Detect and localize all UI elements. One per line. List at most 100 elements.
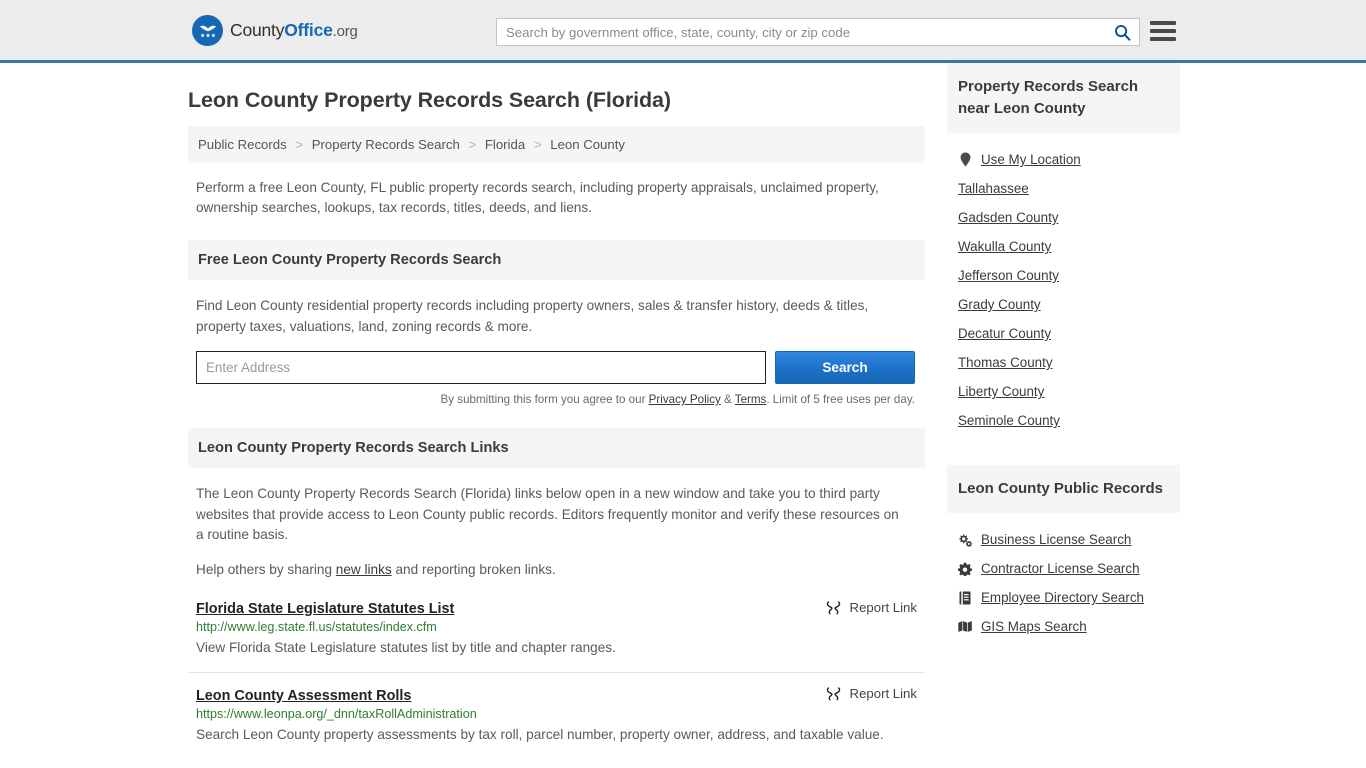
- hamburger-bar: [1150, 29, 1176, 33]
- address-search-button[interactable]: Search: [775, 351, 915, 384]
- sidebar-item-employee-directory-search[interactable]: Employee Directory Search: [947, 583, 1180, 612]
- sidebar-item-seminole-county[interactable]: Seminole County: [947, 406, 1180, 435]
- sidebar-link-label[interactable]: Contractor License Search: [981, 561, 1140, 576]
- breadcrumb: Public Records > Property Records Search…: [188, 126, 925, 163]
- breadcrumb-item-property-records-search[interactable]: Property Records Search: [312, 137, 460, 152]
- sidebar: Property Records Search near Leon County…: [947, 63, 1180, 649]
- sidebar-item-use-my-location[interactable]: Use My Location: [947, 145, 1180, 174]
- site-logo[interactable]: CountyOffice.org: [192, 14, 358, 46]
- link-item: Florida State Legislature Statutes List …: [188, 594, 925, 672]
- free-search-section: Free Leon County Property Records Search…: [188, 240, 925, 406]
- sidebar-item-decatur-county[interactable]: Decatur County: [947, 319, 1180, 348]
- free-search-body: Find Leon County residential property re…: [188, 280, 925, 337]
- disclaimer-prefix: By submitting this form you agree to our: [440, 393, 649, 406]
- sidebar-nearby-list: Use My Location Tallahassee Gadsden Coun…: [947, 133, 1180, 443]
- report-link-button[interactable]: Report Link: [825, 685, 917, 702]
- link-url: http://www.leg.state.fl.us/statutes/inde…: [196, 620, 437, 634]
- link-url: https://www.leonpa.org/_dnn/taxRollAdmin…: [196, 707, 477, 721]
- hamburger-bar: [1150, 21, 1176, 25]
- records-links-list: Florida State Legislature Statutes List …: [188, 594, 925, 759]
- sidebar-link-label[interactable]: Thomas County: [958, 355, 1053, 370]
- form-disclaimer: By submitting this form you agree to our…: [188, 393, 915, 406]
- link-item: Leon County Assessment Rolls https://www…: [188, 672, 925, 759]
- breadcrumb-item-public-records[interactable]: Public Records: [198, 137, 287, 152]
- brand-part-county: County: [230, 19, 285, 40]
- site-header: CountyOffice.org: [0, 0, 1366, 63]
- breadcrumb-separator: >: [533, 137, 542, 152]
- breadcrumb-separator: >: [295, 137, 304, 152]
- sidebar-public-records-heading: Leon County Public Records: [947, 465, 1180, 513]
- free-search-description: Find Leon County residential property re…: [196, 298, 869, 334]
- privacy-policy-link[interactable]: Privacy Policy: [649, 393, 721, 406]
- search-input[interactable]: [497, 19, 1105, 45]
- sidebar-link-label[interactable]: GIS Maps Search: [981, 619, 1087, 634]
- sidebar-link-label[interactable]: Seminole County: [958, 413, 1060, 428]
- sidebar-link-label[interactable]: Jefferson County: [958, 268, 1059, 283]
- page-wrapper: Leon County Property Records Search (Flo…: [0, 63, 1366, 759]
- terms-link[interactable]: Terms: [735, 393, 767, 406]
- sidebar-nearby-heading: Property Records Search near Leon County: [947, 63, 1180, 133]
- breadcrumb-item-florida[interactable]: Florida: [485, 137, 525, 152]
- breadcrumb-item-leon-county[interactable]: Leon County: [550, 137, 625, 152]
- link-title[interactable]: Leon County Assessment Rolls: [196, 688, 411, 704]
- sidebar-item-gadsden-county[interactable]: Gadsden County: [947, 203, 1180, 232]
- disclaimer-amp: &: [720, 393, 735, 406]
- sidebar-item-contractor-license-search[interactable]: Contractor License Search: [947, 554, 1180, 583]
- sidebar-item-grady-county[interactable]: Grady County: [947, 290, 1180, 319]
- hamburger-menu-icon[interactable]: [1150, 19, 1176, 43]
- records-links-paragraph: The Leon County Property Records Search …: [196, 486, 899, 542]
- report-link-button[interactable]: Report Link: [825, 599, 917, 616]
- main-column: Leon County Property Records Search (Flo…: [188, 63, 925, 759]
- book-icon: [958, 591, 972, 605]
- sidebar-link-label[interactable]: Liberty County: [958, 384, 1044, 399]
- eagle-shield-logo-icon: [192, 14, 223, 46]
- help-share-paragraph: Help others by sharing new links and rep…: [196, 560, 908, 581]
- sidebar-public-records-block: Leon County Public Records Business Lice…: [947, 465, 1180, 649]
- sidebar-item-jefferson-county[interactable]: Jefferson County: [947, 261, 1180, 290]
- sidebar-link-label[interactable]: Employee Directory Search: [981, 590, 1144, 605]
- records-links-body: The Leon County Property Records Search …: [188, 468, 925, 580]
- link-description: View Florida State Legislature statutes …: [196, 640, 616, 655]
- map-pin-icon: [958, 152, 972, 167]
- brand-part-office: Office: [284, 19, 333, 40]
- sidebar-link-label[interactable]: Grady County: [958, 297, 1041, 312]
- global-search-bar[interactable]: [496, 18, 1140, 46]
- sidebar-link-label[interactable]: Gadsden County: [958, 210, 1059, 225]
- map-icon: [958, 620, 972, 633]
- sidebar-link-label[interactable]: Decatur County: [958, 326, 1051, 341]
- help-suffix: and reporting broken links.: [391, 561, 556, 577]
- sidebar-public-records-list: Business License Search Contractor Licen…: [947, 513, 1180, 649]
- address-input[interactable]: [196, 351, 766, 384]
- help-prefix: Help others by sharing: [196, 561, 336, 577]
- free-search-heading: Free Leon County Property Records Search: [188, 240, 925, 280]
- disclaimer-suffix: . Limit of 5 free uses per day.: [766, 393, 915, 406]
- search-icon: [1114, 24, 1130, 41]
- cog-icon: [958, 562, 972, 576]
- link-title[interactable]: Florida State Legislature Statutes List: [196, 601, 454, 617]
- breadcrumb-separator: >: [468, 137, 477, 152]
- sidebar-item-tallahassee[interactable]: Tallahassee: [947, 174, 1180, 203]
- search-submit-button[interactable]: [1105, 19, 1139, 45]
- new-links-link[interactable]: new links: [336, 562, 392, 577]
- sidebar-item-business-license-search[interactable]: Business License Search: [947, 525, 1180, 554]
- sidebar-item-wakulla-county[interactable]: Wakulla County: [947, 232, 1180, 261]
- address-search-form: Search: [196, 351, 915, 384]
- sidebar-link-label[interactable]: Wakulla County: [958, 239, 1051, 254]
- hamburger-bar: [1150, 37, 1176, 41]
- sidebar-item-gis-maps-search[interactable]: GIS Maps Search: [947, 612, 1180, 641]
- link-description: Search Leon County property assessments …: [196, 727, 884, 742]
- broken-link-icon: [826, 601, 840, 615]
- records-links-section: Leon County Property Records Search Link…: [188, 428, 925, 759]
- brand-text: CountyOffice.org: [230, 20, 358, 41]
- cogs-icon: [958, 533, 972, 547]
- content-container: Leon County Property Records Search (Flo…: [188, 63, 1180, 759]
- sidebar-link-label[interactable]: Tallahassee: [958, 181, 1029, 196]
- sidebar-item-liberty-county[interactable]: Liberty County: [947, 377, 1180, 406]
- broken-link-icon: [826, 687, 840, 701]
- page-intro-text: Perform a free Leon County, FL public pr…: [196, 180, 879, 215]
- sidebar-link-label[interactable]: Use My Location: [981, 152, 1081, 167]
- report-link-label: Report Link: [849, 686, 917, 701]
- sidebar-link-label[interactable]: Business License Search: [981, 532, 1131, 547]
- brand-part-org: .org: [332, 22, 358, 40]
- sidebar-item-thomas-county[interactable]: Thomas County: [947, 348, 1180, 377]
